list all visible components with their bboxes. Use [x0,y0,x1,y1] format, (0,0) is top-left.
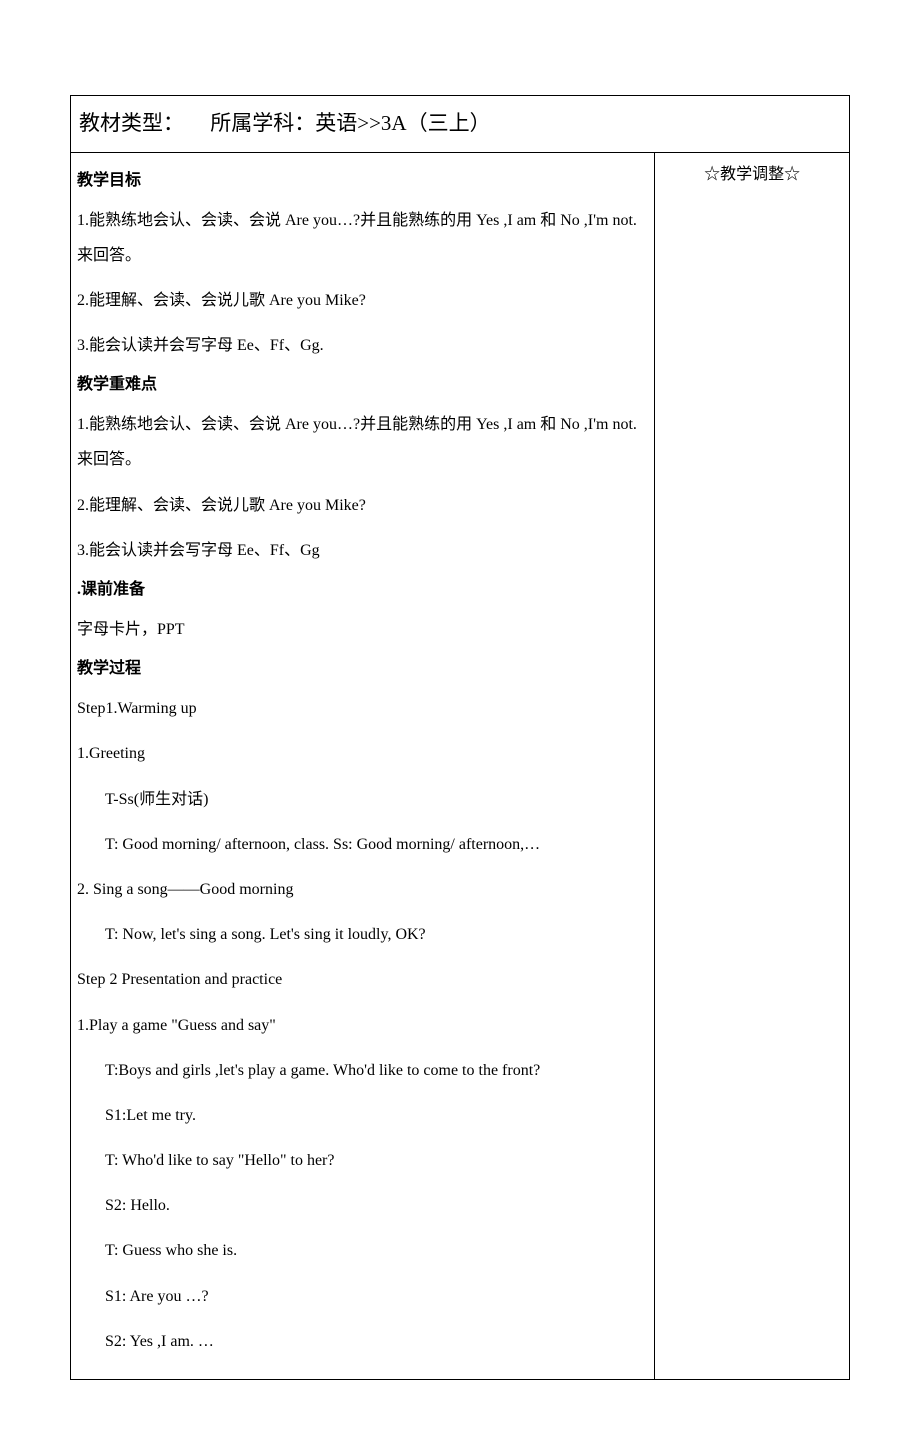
objective-item: 3.能会认读并会写字母 Ee、Ff、Gg. [77,328,648,363]
table-header-row: 教材类型： 所属学科：英语>>3A（三上） [71,96,850,153]
lesson-plan-table: 教材类型： 所属学科：英语>>3A（三上） 教学目标 1.能熟练地会认、会读、会… [70,95,850,1380]
process-line: S1: Are you …? [77,1279,648,1314]
sidebar-title: ☆教学调整☆ [704,166,800,183]
document-page: 教材类型： 所属学科：英语>>3A（三上） 教学目标 1.能熟练地会认、会读、会… [0,0,920,1440]
textbook-type-label: 教材类型： [79,111,184,135]
key-point-item: 2.能理解、会读、会说儿歌 Are you Mike? [77,488,648,523]
process-line: 1.Greeting [77,736,648,771]
process-line: S1:Let me try. [77,1098,648,1133]
subject-label: 所属学科：英语>>3A（三上） [210,111,490,135]
sidebar-cell: ☆教学调整☆ [655,152,850,1380]
process-line: Step 2 Presentation and practice [77,962,648,997]
process-line: S2: Yes ,I am. … [77,1324,648,1359]
process-line: 2. Sing a song——Good morning [77,872,648,907]
process-line: T: Who'd like to say "Hello" to her? [77,1143,648,1178]
process-line: T: Good morning/ afternoon, class. Ss: G… [77,827,648,862]
key-point-item: 3.能会认读并会写字母 Ee、Ff、Gg [77,533,648,568]
process-heading: 教学过程 [77,657,648,681]
process-line: 1.Play a game "Guess and say" [77,1008,648,1043]
process-line: T-Ss(师生对话) [77,782,648,817]
objective-item: 2.能理解、会读、会说儿歌 Are you Mike? [77,283,648,318]
preparation-content: 字母卡片，PPT [77,612,648,647]
process-line: S2: Hello. [77,1188,648,1223]
process-line: T:Boys and girls ,let's play a game. Who… [77,1053,648,1088]
preparation-heading: .课前准备 [77,578,648,602]
process-line: T: Guess who she is. [77,1233,648,1268]
objectives-heading: 教学目标 [77,169,648,193]
key-point-item: 1.能熟练地会认、会读、会说 Are you…?并且能熟练的用 Yes ,I a… [77,407,648,477]
objective-item: 1.能熟练地会认、会读、会说 Are you…?并且能熟练的用 Yes ,I a… [77,203,648,273]
main-content-cell: 教学目标 1.能熟练地会认、会读、会说 Are you…?并且能熟练的用 Yes… [71,152,655,1380]
process-line: Step1.Warming up [77,691,648,726]
process-line: T: Now, let's sing a song. Let's sing it… [77,917,648,952]
key-points-heading: 教学重难点 [77,373,648,397]
